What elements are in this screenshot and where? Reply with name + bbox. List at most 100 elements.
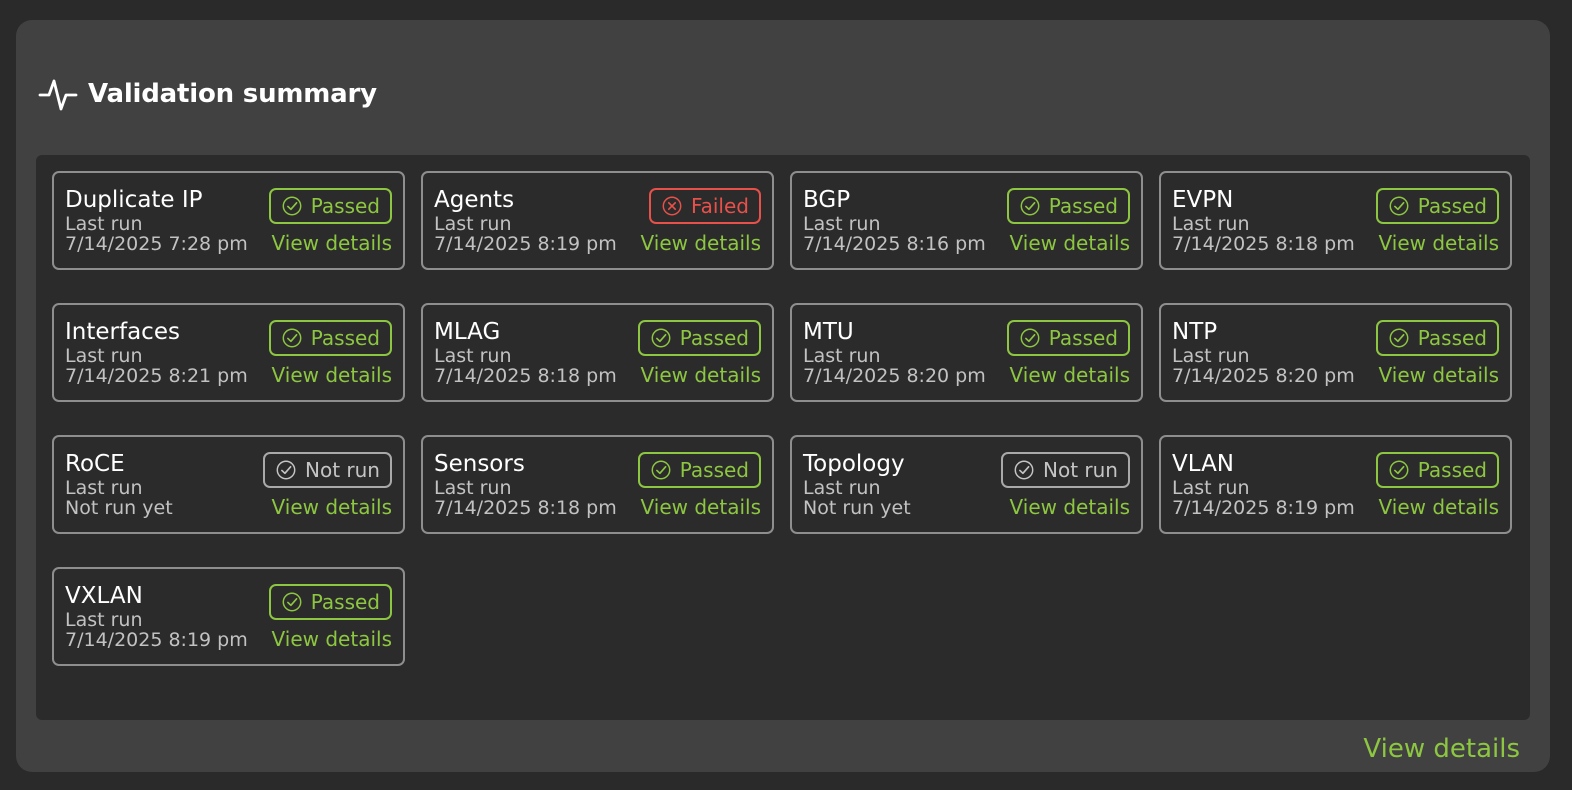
status-label: Not run xyxy=(1043,458,1118,482)
last-run-label: Last run xyxy=(1172,477,1250,499)
status-badge: Passed xyxy=(268,188,392,224)
check-circle-icon xyxy=(1014,460,1034,480)
check-circle-icon xyxy=(282,592,302,612)
status-badge: Passed xyxy=(268,320,392,356)
view-details-link[interactable]: View details xyxy=(1010,494,1130,520)
check-circle-icon xyxy=(282,196,302,216)
validation-card-mtu: MTU Last run 7/14/2025 8:20 pm Passed Vi… xyxy=(790,303,1143,402)
card-info: Duplicate IP Last run 7/14/2025 7:28 pm xyxy=(65,186,248,254)
view-details-link[interactable]: View details xyxy=(272,230,392,256)
card-actions: Passed View details xyxy=(268,320,392,388)
view-details-link[interactable]: View details xyxy=(641,230,761,256)
last-run-value: 7/14/2025 8:16 pm xyxy=(803,233,986,255)
card-actions: Passed View details xyxy=(1006,320,1130,388)
card-info: Topology Last run Not run yet xyxy=(803,450,911,518)
last-run-value: 7/14/2025 8:19 pm xyxy=(434,233,617,255)
last-run-label: Last run xyxy=(65,213,143,235)
card-info: VLAN Last run 7/14/2025 8:19 pm xyxy=(1172,450,1355,518)
status-label: Passed xyxy=(1417,194,1487,218)
view-details-link[interactable]: View details xyxy=(1379,362,1499,388)
view-details-link[interactable]: View details xyxy=(1010,362,1130,388)
card-actions: Passed View details xyxy=(268,584,392,652)
validation-name: NTP xyxy=(1172,319,1218,345)
card-info: EVPN Last run 7/14/2025 8:18 pm xyxy=(1172,186,1355,254)
check-circle-icon xyxy=(1020,196,1040,216)
last-run-value: 7/14/2025 8:20 pm xyxy=(1172,365,1355,387)
status-label: Passed xyxy=(310,194,380,218)
status-label: Passed xyxy=(679,458,749,482)
validation-card-grid: Duplicate IP Last run 7/14/2025 7:28 pm … xyxy=(52,171,1512,666)
last-run-label: Last run xyxy=(803,213,881,235)
card-actions: Passed View details xyxy=(268,188,392,256)
card-actions: Passed View details xyxy=(1375,320,1499,388)
status-label: Not run xyxy=(305,458,380,482)
validation-card-ntp: NTP Last run 7/14/2025 8:20 pm Passed Vi… xyxy=(1159,303,1512,402)
validation-name: VXLAN xyxy=(65,583,143,609)
check-circle-icon xyxy=(1389,196,1409,216)
status-badge: Passed xyxy=(268,584,392,620)
validation-name: Sensors xyxy=(434,451,525,477)
card-info: VXLAN Last run 7/14/2025 8:19 pm xyxy=(65,582,248,650)
view-details-link[interactable]: View details xyxy=(641,362,761,388)
view-details-link[interactable]: View details xyxy=(1010,230,1130,256)
card-info: RoCE Last run Not run yet xyxy=(65,450,173,518)
check-circle-icon xyxy=(651,328,671,348)
check-circle-icon xyxy=(1389,460,1409,480)
view-details-link[interactable]: View details xyxy=(272,494,392,520)
last-run-label: Last run xyxy=(803,477,881,499)
validation-name: BGP xyxy=(803,187,851,213)
card-info: NTP Last run 7/14/2025 8:20 pm xyxy=(1172,318,1355,386)
status-label: Passed xyxy=(310,590,380,614)
status-badge: Passed xyxy=(1375,452,1499,488)
status-badge: Passed xyxy=(1375,320,1499,356)
panel-title: Validation summary xyxy=(88,79,377,109)
validation-card-interfaces: Interfaces Last run 7/14/2025 8:21 pm Pa… xyxy=(52,303,405,402)
validation-card-agents: Agents Last run 7/14/2025 8:19 pm Failed… xyxy=(421,171,774,270)
view-details-link[interactable]: View details xyxy=(272,362,392,388)
last-run-label: Last run xyxy=(65,345,143,367)
status-badge: Not run xyxy=(1001,452,1130,488)
view-details-link[interactable]: View details xyxy=(641,494,761,520)
check-circle-icon xyxy=(282,328,302,348)
card-info: MLAG Last run 7/14/2025 8:18 pm xyxy=(434,318,617,386)
check-circle-icon xyxy=(651,460,671,480)
validation-name: Topology xyxy=(803,451,905,477)
status-badge: Passed xyxy=(1006,188,1130,224)
validation-card-vlan: VLAN Last run 7/14/2025 8:19 pm Passed V… xyxy=(1159,435,1512,534)
card-info: Interfaces Last run 7/14/2025 8:21 pm xyxy=(65,318,248,386)
last-run-value: 7/14/2025 8:20 pm xyxy=(803,365,986,387)
view-details-link[interactable]: View details xyxy=(1379,494,1499,520)
last-run-value: Not run yet xyxy=(803,497,911,519)
validation-name: RoCE xyxy=(65,451,125,477)
activity-pulse-icon xyxy=(38,79,78,111)
status-label: Passed xyxy=(1048,326,1118,350)
card-info: Sensors Last run 7/14/2025 8:18 pm xyxy=(434,450,617,518)
view-details-link[interactable]: View details xyxy=(272,626,392,652)
validation-name: EVPN xyxy=(1172,187,1234,213)
validation-name: Duplicate IP xyxy=(65,187,203,213)
card-actions: Passed View details xyxy=(637,452,761,520)
validation-name: MTU xyxy=(803,319,854,345)
validation-name: MLAG xyxy=(434,319,501,345)
card-actions: Passed View details xyxy=(1375,452,1499,520)
check-circle-icon xyxy=(1389,328,1409,348)
validation-card-sensors: Sensors Last run 7/14/2025 8:18 pm Passe… xyxy=(421,435,774,534)
status-badge: Not run xyxy=(263,452,392,488)
panel-header: Validation summary xyxy=(38,74,377,114)
validation-card-vxlan: VXLAN Last run 7/14/2025 8:19 pm Passed … xyxy=(52,567,405,666)
card-actions: Passed View details xyxy=(637,320,761,388)
last-run-label: Last run xyxy=(434,345,512,367)
check-circle-icon xyxy=(276,460,296,480)
status-label: Failed xyxy=(690,194,749,218)
footer-view-details-link[interactable]: View details xyxy=(1363,734,1520,764)
card-actions: Passed View details xyxy=(1006,188,1130,256)
last-run-value: 7/14/2025 8:18 pm xyxy=(1172,233,1355,255)
validation-name: Agents xyxy=(434,187,515,213)
status-label: Passed xyxy=(1417,458,1487,482)
last-run-value: 7/14/2025 8:18 pm xyxy=(434,497,617,519)
validation-summary-panel: Validation summary Duplicate IP Last run… xyxy=(16,20,1550,772)
validation-card-mlag: MLAG Last run 7/14/2025 8:18 pm Passed V… xyxy=(421,303,774,402)
status-label: Passed xyxy=(1048,194,1118,218)
last-run-value: 7/14/2025 8:21 pm xyxy=(65,365,248,387)
view-details-link[interactable]: View details xyxy=(1379,230,1499,256)
